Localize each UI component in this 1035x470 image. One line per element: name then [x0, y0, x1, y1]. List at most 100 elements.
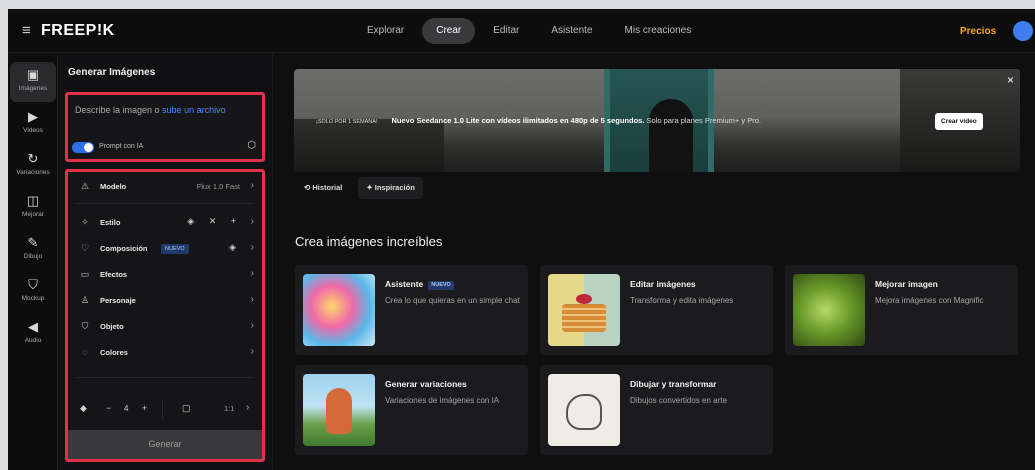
- upload-file-link[interactable]: sube un archivo: [162, 105, 226, 115]
- card-description: Dibujos convertidos en arte: [630, 396, 727, 405]
- logo[interactable]: FREEP!K: [41, 22, 115, 40]
- rail-label: Audio: [24, 337, 42, 344]
- sparkle-icon: ✦: [366, 183, 375, 192]
- new-badge: NUEVO: [161, 244, 189, 254]
- composition-icon: ♡: [80, 243, 90, 253]
- aspect-ratio-icon[interactable]: ▢: [182, 403, 191, 414]
- style-tools-icons: ◈ ✕ +: [187, 216, 242, 226]
- audio-icon: ◀︎: [28, 319, 38, 334]
- image-count: 4: [124, 404, 129, 413]
- banner-tag: ¡SOLO POR 1 SEMANA!: [316, 119, 378, 125]
- card-generar-variaciones[interactable]: Generar variaciones Variaciones de imáge…: [295, 365, 528, 455]
- pricing-link[interactable]: Precios: [960, 26, 996, 37]
- prompt-ai-toggle[interactable]: [72, 142, 94, 153]
- rail-item-dibujo[interactable]: ✎ Dibujo: [10, 230, 56, 270]
- nav-asistente[interactable]: Asistente: [537, 18, 606, 44]
- cube-icon[interactable]: ⬡: [247, 140, 256, 151]
- tab-inspiracion[interactable]: ✦ Inspiración: [358, 177, 423, 199]
- option-label: Colores: [100, 348, 128, 357]
- nav-explorar[interactable]: Explorar: [353, 18, 418, 44]
- option-estilo[interactable]: ✧ Estilo ◈ ✕ + ›: [68, 210, 262, 236]
- video-icon: ▶: [28, 109, 38, 124]
- card-asistente[interactable]: Asistente NUEVO Crea lo que quieras en un…: [295, 265, 528, 355]
- card-description: Mejora imágenes con Magnific: [875, 296, 984, 305]
- card-title: Generar variaciones: [385, 379, 467, 389]
- promo-banner[interactable]: ¡SOLO POR 1 SEMANA! Nuevo Seedance 1.0 Li…: [294, 69, 1020, 172]
- prompt-ai-label: Prompt con IA: [99, 143, 144, 150]
- card-thumbnail: [548, 274, 620, 346]
- card-title: Dibujar y transformar: [630, 379, 717, 389]
- model-label: Modelo: [100, 182, 127, 191]
- tab-label: Historial: [312, 183, 343, 192]
- app-window: ≡ FREEP!K Explorar Crear Editar Asistent…: [0, 0, 1035, 470]
- rail-item-mockup[interactable]: ⛉ Mockup: [10, 272, 56, 312]
- avatar[interactable]: [1013, 21, 1033, 41]
- option-composicion[interactable]: ♡ Composición NUEVO ◈ ›: [68, 236, 262, 262]
- prompt-input[interactable]: Describe la imagen o sube un archivo Pro…: [65, 92, 265, 162]
- berry-illustration: [576, 294, 592, 304]
- person-icon: ♙: [80, 295, 90, 305]
- option-label: Personaje: [100, 296, 136, 305]
- tab-historial[interactable]: ⟲ Historial: [296, 177, 350, 199]
- increase-button[interactable]: +: [142, 403, 147, 413]
- option-label: Objeto: [100, 322, 124, 331]
- new-badge: NUEVO: [428, 281, 454, 290]
- main-content: ¡SOLO POR 1 SEMANA! Nuevo Seedance 1.0 Li…: [274, 54, 1035, 470]
- card-dibujar-transformar[interactable]: Dibujar y transformar Dibujos convertido…: [540, 365, 773, 455]
- card-title: Asistente NUEVO: [385, 279, 454, 290]
- image-icon: ▣: [26, 67, 40, 82]
- palette-icon: ◌: [82, 347, 88, 357]
- rail-label: Mockup: [21, 295, 45, 302]
- layers-icon: ◆: [80, 403, 87, 413]
- chevron-right-icon: ›: [250, 180, 254, 191]
- prompt-placeholder: Describe la imagen o sube un archivo: [75, 105, 226, 115]
- generate-button[interactable]: Generar: [68, 430, 262, 459]
- close-icon[interactable]: ×: [1007, 73, 1014, 87]
- generation-controls: ◆ − 4 + ▢ 1:1 ›: [68, 397, 262, 425]
- effects-icon: ▭: [80, 269, 90, 279]
- chevron-right-icon: ›: [246, 402, 250, 413]
- option-colores[interactable]: ◌ Colores ›: [68, 340, 262, 366]
- rail-item-imagenes[interactable]: ▣ Imágenes: [10, 62, 56, 102]
- decrease-button[interactable]: −: [106, 403, 111, 413]
- chevron-right-icon: ›: [250, 268, 254, 279]
- card-title: Mejorar imagen: [875, 279, 938, 289]
- rail-item-mejorar[interactable]: ◫ Mejorar: [10, 188, 56, 228]
- card-thumbnail: [793, 274, 865, 346]
- card-editar-imagenes[interactable]: Editar imágenes Transforma y edita imáge…: [540, 265, 773, 355]
- composition-tool-icon: ◈: [229, 242, 242, 252]
- rail-item-audio[interactable]: ◀︎ Audio: [10, 314, 56, 354]
- menu-icon[interactable]: ≡: [22, 22, 31, 39]
- model-selector[interactable]: ⚠︎ Modelo Flux 1.0 Fast ›: [68, 174, 262, 200]
- create-video-button[interactable]: Crear vídeo: [935, 113, 983, 130]
- option-label: Efectos: [100, 270, 128, 279]
- enhance-icon: ◫: [26, 193, 40, 208]
- rail-item-videos[interactable]: ▶ Videos: [10, 104, 56, 144]
- sub-tabs: ⟲ Historial ✦ Inspiración: [296, 177, 423, 199]
- banner-headline: Nuevo Seedance 1.0 Lite con vídeos ilimi…: [391, 116, 645, 125]
- tool-rail: ▣ Imágenes ▶ Videos ↻ Variaciones ◫ Mejo…: [8, 54, 58, 470]
- option-label: Composición: [100, 244, 148, 253]
- main-nav: Explorar Crear Editar Asistente Mis crea…: [353, 18, 705, 44]
- card-mejorar-imagen[interactable]: Mejorar imagen Mejora imágenes con Magni…: [785, 265, 1018, 355]
- chevron-right-icon: ›: [250, 216, 254, 227]
- option-efectos[interactable]: ▭ Efectos ›: [68, 262, 262, 288]
- rail-item-variaciones[interactable]: ↻ Variaciones: [10, 146, 56, 186]
- rail-label: Videos: [23, 127, 43, 134]
- aspect-ratio-value[interactable]: 1:1: [224, 404, 234, 413]
- banner-rest: Solo para planes Premium+ y Pro.: [644, 116, 761, 125]
- chevron-right-icon: ›: [250, 294, 254, 305]
- model-icon: ⚠︎: [80, 181, 90, 191]
- divider: [162, 399, 163, 419]
- nav-editar[interactable]: Editar: [479, 18, 533, 44]
- tab-label: Inspiración: [374, 183, 415, 192]
- divider: [76, 203, 254, 204]
- option-objeto[interactable]: ⛉ Objeto ›: [68, 314, 262, 340]
- card-thumbnail: [548, 374, 620, 446]
- refresh-icon: ↻: [27, 151, 39, 166]
- option-label: Estilo: [100, 218, 121, 227]
- options-panel: ⚠︎ Modelo Flux 1.0 Fast › ✧ Estilo ◈ ✕ +…: [65, 169, 265, 462]
- nav-crear[interactable]: Crear: [422, 18, 476, 44]
- option-personaje[interactable]: ♙ Personaje ›: [68, 288, 262, 314]
- nav-mis-creaciones[interactable]: Mis creaciones: [611, 18, 706, 44]
